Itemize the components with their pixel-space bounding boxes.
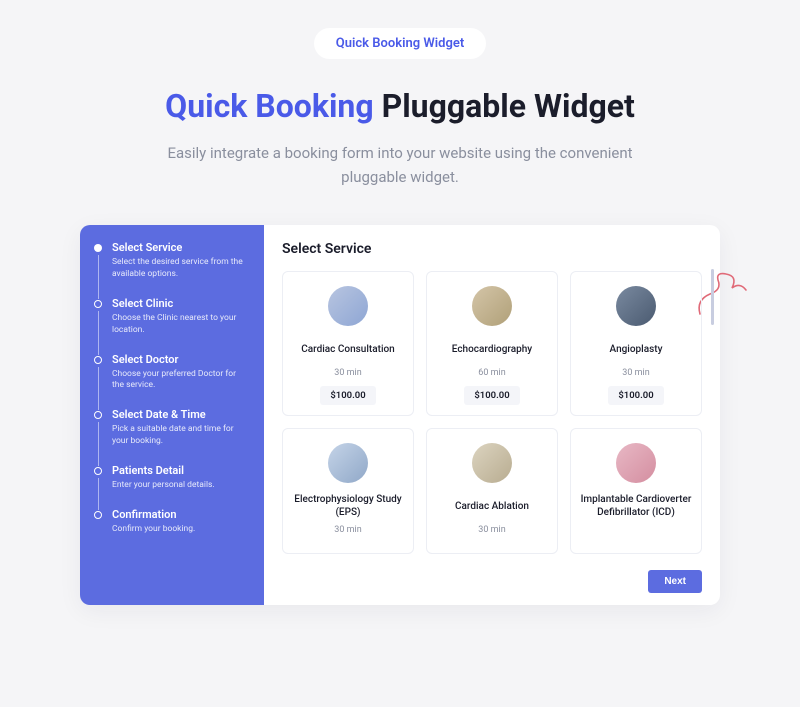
service-price: $100.00 (608, 386, 663, 405)
service-card[interactable]: Angioplasty 30 min $100.00 (570, 271, 702, 416)
service-duration: 60 min (478, 368, 505, 378)
scrollbar-thumb[interactable] (711, 269, 714, 325)
service-duration: 30 min (622, 368, 649, 378)
step-desc: Confirm your booking. (112, 524, 250, 536)
service-duration: 30 min (478, 525, 505, 535)
service-card[interactable]: Implantable Cardioverter Defibrillator (… (570, 428, 702, 554)
next-button[interactable]: Next (648, 570, 702, 593)
page-headline: Quick Booking Pluggable Widget (0, 87, 800, 125)
step-confirmation[interactable]: Confirmation Confirm your booking. (94, 508, 250, 536)
step-select-doctor[interactable]: Select Doctor Choose your preferred Doct… (94, 353, 250, 393)
step-title: Select Service (112, 241, 250, 254)
service-card[interactable]: Cardiac Ablation 30 min (426, 428, 558, 554)
service-image-icon (472, 286, 512, 326)
service-card[interactable]: Echocardiography 60 min $100.00 (426, 271, 558, 416)
main-title: Select Service (282, 241, 702, 257)
service-image-icon (472, 443, 512, 483)
step-patients-detail[interactable]: Patients Detail Enter your personal deta… (94, 464, 250, 492)
headline-accent: Quick Booking (165, 87, 374, 125)
service-image-icon (328, 286, 368, 326)
step-desc: Enter your personal details. (112, 480, 250, 492)
service-duration: 30 min (334, 525, 361, 535)
service-name: Angioplasty (610, 336, 663, 362)
service-price: $100.00 (320, 386, 375, 405)
step-title: Select Doctor (112, 353, 250, 366)
step-select-clinic[interactable]: Select Clinic Choose the Clinic nearest … (94, 297, 250, 337)
service-card[interactable]: Cardiac Consultation 30 min $100.00 (282, 271, 414, 416)
service-name: Cardiac Consultation (301, 336, 395, 362)
headline-rest: Pluggable Widget (374, 87, 635, 125)
step-select-date-time[interactable]: Select Date & Time Pick a suitable date … (94, 408, 250, 448)
step-desc: Choose your preferred Doctor for the ser… (112, 369, 250, 393)
service-price: $100.00 (464, 386, 519, 405)
service-image-icon (616, 286, 656, 326)
wizard-sidebar: Select Service Select the desired servic… (80, 225, 264, 605)
step-select-service[interactable]: Select Service Select the desired servic… (94, 241, 250, 281)
service-name: Echocardiography (452, 336, 532, 362)
step-title: Confirmation (112, 508, 250, 521)
page-subhead: Easily integrate a booking form into you… (160, 141, 640, 189)
step-desc: Select the desired service from the avai… (112, 257, 250, 281)
booking-widget: Select Service Select the desired servic… (80, 225, 720, 605)
service-name: Implantable Cardioverter Defibrillator (… (579, 493, 693, 519)
main-panel: Select Service Cardiac Consultation 30 m… (264, 225, 720, 605)
service-duration: 30 min (334, 368, 361, 378)
step-desc: Pick a suitable date and time for your b… (112, 424, 250, 448)
service-name: Cardiac Ablation (455, 493, 529, 519)
services-grid: Cardiac Consultation 30 min $100.00 Echo… (282, 271, 702, 554)
service-card[interactable]: Electrophysiology Study (EPS) 30 min (282, 428, 414, 554)
step-title: Patients Detail (112, 464, 250, 477)
service-image-icon (328, 443, 368, 483)
service-name: Electrophysiology Study (EPS) (291, 493, 405, 519)
header-badge: Quick Booking Widget (314, 28, 486, 59)
step-title: Select Clinic (112, 297, 250, 310)
service-image-icon (616, 443, 656, 483)
step-desc: Choose the Clinic nearest to your locati… (112, 313, 250, 337)
step-title: Select Date & Time (112, 408, 250, 421)
